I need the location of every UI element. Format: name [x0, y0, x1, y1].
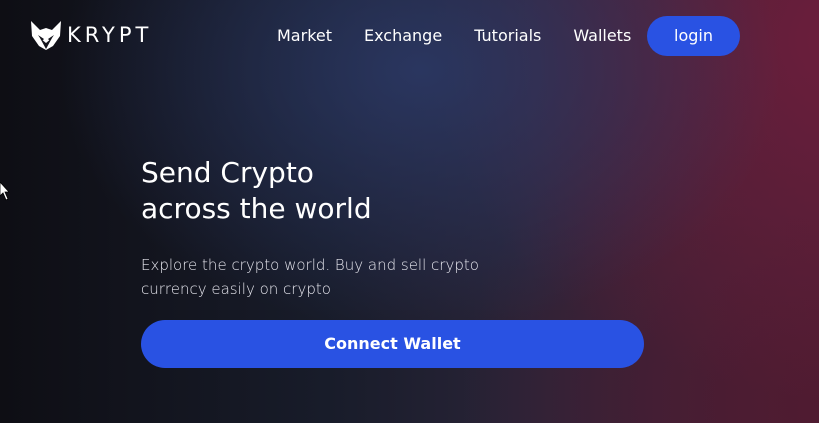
mouse-cursor-icon — [0, 182, 10, 201]
nav-link-market[interactable]: Market — [261, 24, 348, 48]
nav-link-tutorials[interactable]: Tutorials — [458, 24, 557, 48]
brand-name: KRYPT — [67, 23, 153, 47]
connect-wallet-button[interactable]: Connect Wallet — [141, 320, 644, 368]
navbar: KRYPT Market Exchange Tutorials Wallets … — [0, 0, 819, 72]
nav-link-wallets[interactable]: Wallets — [557, 24, 647, 48]
nav-links: Market Exchange Tutorials Wallets — [261, 24, 647, 48]
nav-link-exchange[interactable]: Exchange — [348, 24, 458, 48]
hero-description-line-2: currency easily on crypto — [141, 280, 331, 298]
login-button[interactable]: login — [647, 16, 740, 56]
brand-logo[interactable]: KRYPT — [29, 18, 152, 52]
hero-description: Explore the crypto world. Buy and sell c… — [141, 253, 481, 301]
hero-title-line-2: across the world — [141, 192, 372, 225]
hero-title-line-1: Send Crypto — [141, 156, 314, 189]
hero-title: Send Crypto across the world — [141, 155, 372, 227]
hero-description-line-1: Explore the crypto world. Buy and sell c… — [141, 256, 479, 274]
fox-head-icon — [31, 21, 61, 50]
